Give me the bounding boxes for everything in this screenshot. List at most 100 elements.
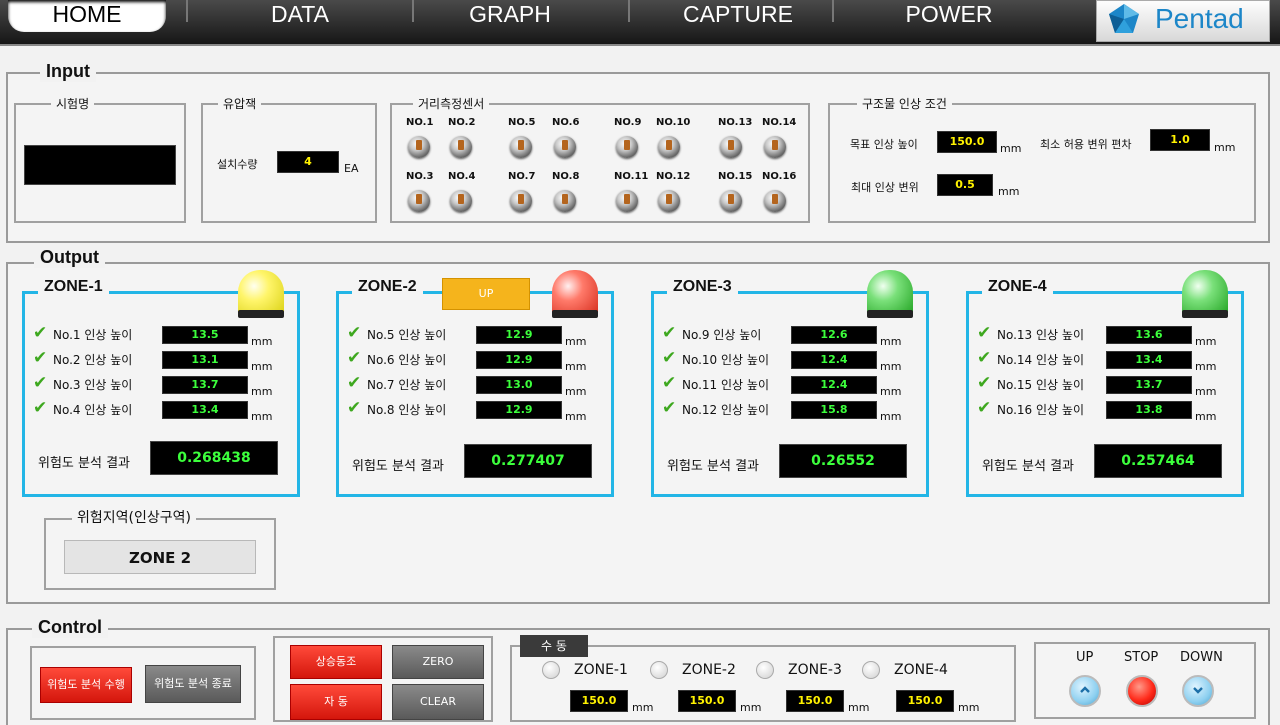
sensor-label: NO.4 [448, 171, 476, 182]
top-nav-bar: HOME DATA GRAPH CAPTURE POWER [0, 0, 1280, 46]
check-icon: ✔ [347, 373, 362, 393]
tab-separator [832, 0, 834, 22]
sensor-icon [450, 190, 472, 212]
up-button[interactable] [1069, 675, 1101, 707]
tab-separator [628, 0, 630, 22]
sensor-label: NO.9 [614, 117, 642, 128]
chevron-down-icon [1193, 687, 1203, 694]
target-height-unit: mm [1000, 142, 1022, 155]
height-unit: mm [1195, 385, 1217, 398]
sensor-icon [408, 136, 430, 158]
height-label: No.16 인상 높이 [997, 403, 1084, 417]
danger-zone-value: ZONE 2 [64, 540, 256, 574]
target-height-label: 목표 인상 높이 [850, 138, 918, 151]
risk-value: 0.268438 [150, 441, 278, 475]
manual-height-field[interactable]: 150.0 [786, 690, 844, 712]
height-label: No.11 인상 높이 [682, 378, 769, 392]
height-value: 13.5 [162, 326, 248, 344]
height-value: 13.7 [1106, 376, 1192, 394]
manual-height-field[interactable]: 150.0 [896, 690, 954, 712]
height-label: No.7 인상 높이 [367, 378, 447, 392]
stop-button[interactable] [1126, 675, 1158, 707]
height-unit: mm [880, 335, 902, 348]
zone-radio[interactable] [756, 661, 774, 679]
danger-zone-title: 위험지역(인상구역) [72, 507, 196, 527]
chevron-up-icon [1080, 686, 1090, 693]
zone-radio[interactable] [862, 661, 880, 679]
sensor-label: NO.6 [552, 117, 580, 128]
zone-title: ZONE-4 [982, 278, 1053, 296]
sensor-icon [658, 190, 680, 212]
sensor-icon [658, 136, 680, 158]
sensor-icon [764, 136, 786, 158]
target-height-field[interactable]: 150.0 [937, 131, 997, 153]
sensor-label: NO.3 [406, 171, 434, 182]
manual-height-unit: mm [632, 701, 654, 714]
lift-conditions-panel [828, 103, 1256, 223]
risk-value: 0.277407 [464, 444, 592, 478]
min-deviation-label: 최소 허용 변위 편차 [1040, 138, 1132, 151]
zone-title: ZONE-3 [667, 278, 738, 296]
tab-home[interactable]: HOME [8, 0, 166, 32]
manual-height-field[interactable]: 150.0 [678, 690, 736, 712]
height-unit: mm [251, 385, 273, 398]
jack-count-field[interactable]: 4 [277, 151, 339, 173]
max-displacement-field[interactable]: 0.5 [937, 174, 993, 196]
sensor-icon [764, 190, 786, 212]
risk-value: 0.26552 [779, 444, 907, 478]
height-unit: mm [1195, 410, 1217, 423]
check-icon: ✔ [662, 373, 677, 393]
zone-radio[interactable] [650, 661, 668, 679]
sensor-label: NO.14 [762, 117, 797, 128]
sensor-icon [510, 136, 532, 158]
height-value: 13.8 [1106, 401, 1192, 419]
height-unit: mm [880, 360, 902, 373]
tab-power[interactable]: POWER [868, 0, 1030, 32]
sensor-label: NO.15 [718, 171, 753, 182]
height-unit: mm [565, 410, 587, 423]
height-label: No.8 인상 높이 [367, 403, 447, 417]
tab-separator [186, 0, 188, 22]
analysis-stop-button[interactable]: 위험도 분석 종료 [145, 665, 241, 703]
output-section-title: Output [34, 247, 105, 268]
test-name-title: 시험명 [51, 95, 95, 112]
height-label: No.9 인상 높이 [682, 328, 762, 342]
height-value: 13.0 [476, 376, 562, 394]
sensor-icon [554, 190, 576, 212]
sensor-icon [616, 190, 638, 212]
sync-up-button[interactable]: 상승동조 [290, 645, 382, 679]
check-icon: ✔ [347, 398, 362, 418]
test-name-input[interactable] [24, 145, 176, 185]
zone-lamp-base [867, 310, 913, 318]
down-label: DOWN [1180, 650, 1223, 665]
stop-label: STOP [1124, 650, 1159, 665]
height-unit: mm [565, 360, 587, 373]
auto-button[interactable]: 자 동 [290, 684, 382, 720]
zero-button[interactable]: ZERO [392, 645, 484, 679]
zone-radio-label: ZONE-4 [894, 662, 948, 678]
down-button[interactable] [1182, 675, 1214, 707]
height-value: 12.9 [476, 401, 562, 419]
analysis-start-button[interactable]: 위험도 분석 수행 [40, 667, 132, 703]
height-label: No.1 인상 높이 [53, 328, 133, 342]
clear-button[interactable]: CLEAR [392, 684, 484, 720]
zone-radio-label: ZONE-2 [682, 662, 736, 678]
jack-count-unit: EA [344, 162, 359, 175]
min-deviation-field[interactable]: 1.0 [1150, 129, 1210, 151]
tab-capture[interactable]: CAPTURE [656, 0, 820, 32]
height-value: 15.8 [791, 401, 877, 419]
distance-sensor-title: 거리측정센서 [413, 95, 490, 112]
tab-data[interactable]: DATA [220, 0, 380, 32]
tab-graph[interactable]: GRAPH [430, 0, 590, 32]
zone-radio[interactable] [542, 661, 560, 679]
risk-label: 위험도 분석 결과 [38, 456, 130, 471]
height-label: No.12 인상 높이 [682, 403, 769, 417]
check-icon: ✔ [33, 348, 48, 368]
height-label: No.15 인상 높이 [997, 378, 1084, 392]
sensor-label: NO.2 [448, 117, 476, 128]
sensor-label: NO.1 [406, 117, 434, 128]
height-value: 13.1 [162, 351, 248, 369]
control-section-title: Control [32, 617, 108, 638]
check-icon: ✔ [977, 373, 992, 393]
manual-height-field[interactable]: 150.0 [570, 690, 628, 712]
